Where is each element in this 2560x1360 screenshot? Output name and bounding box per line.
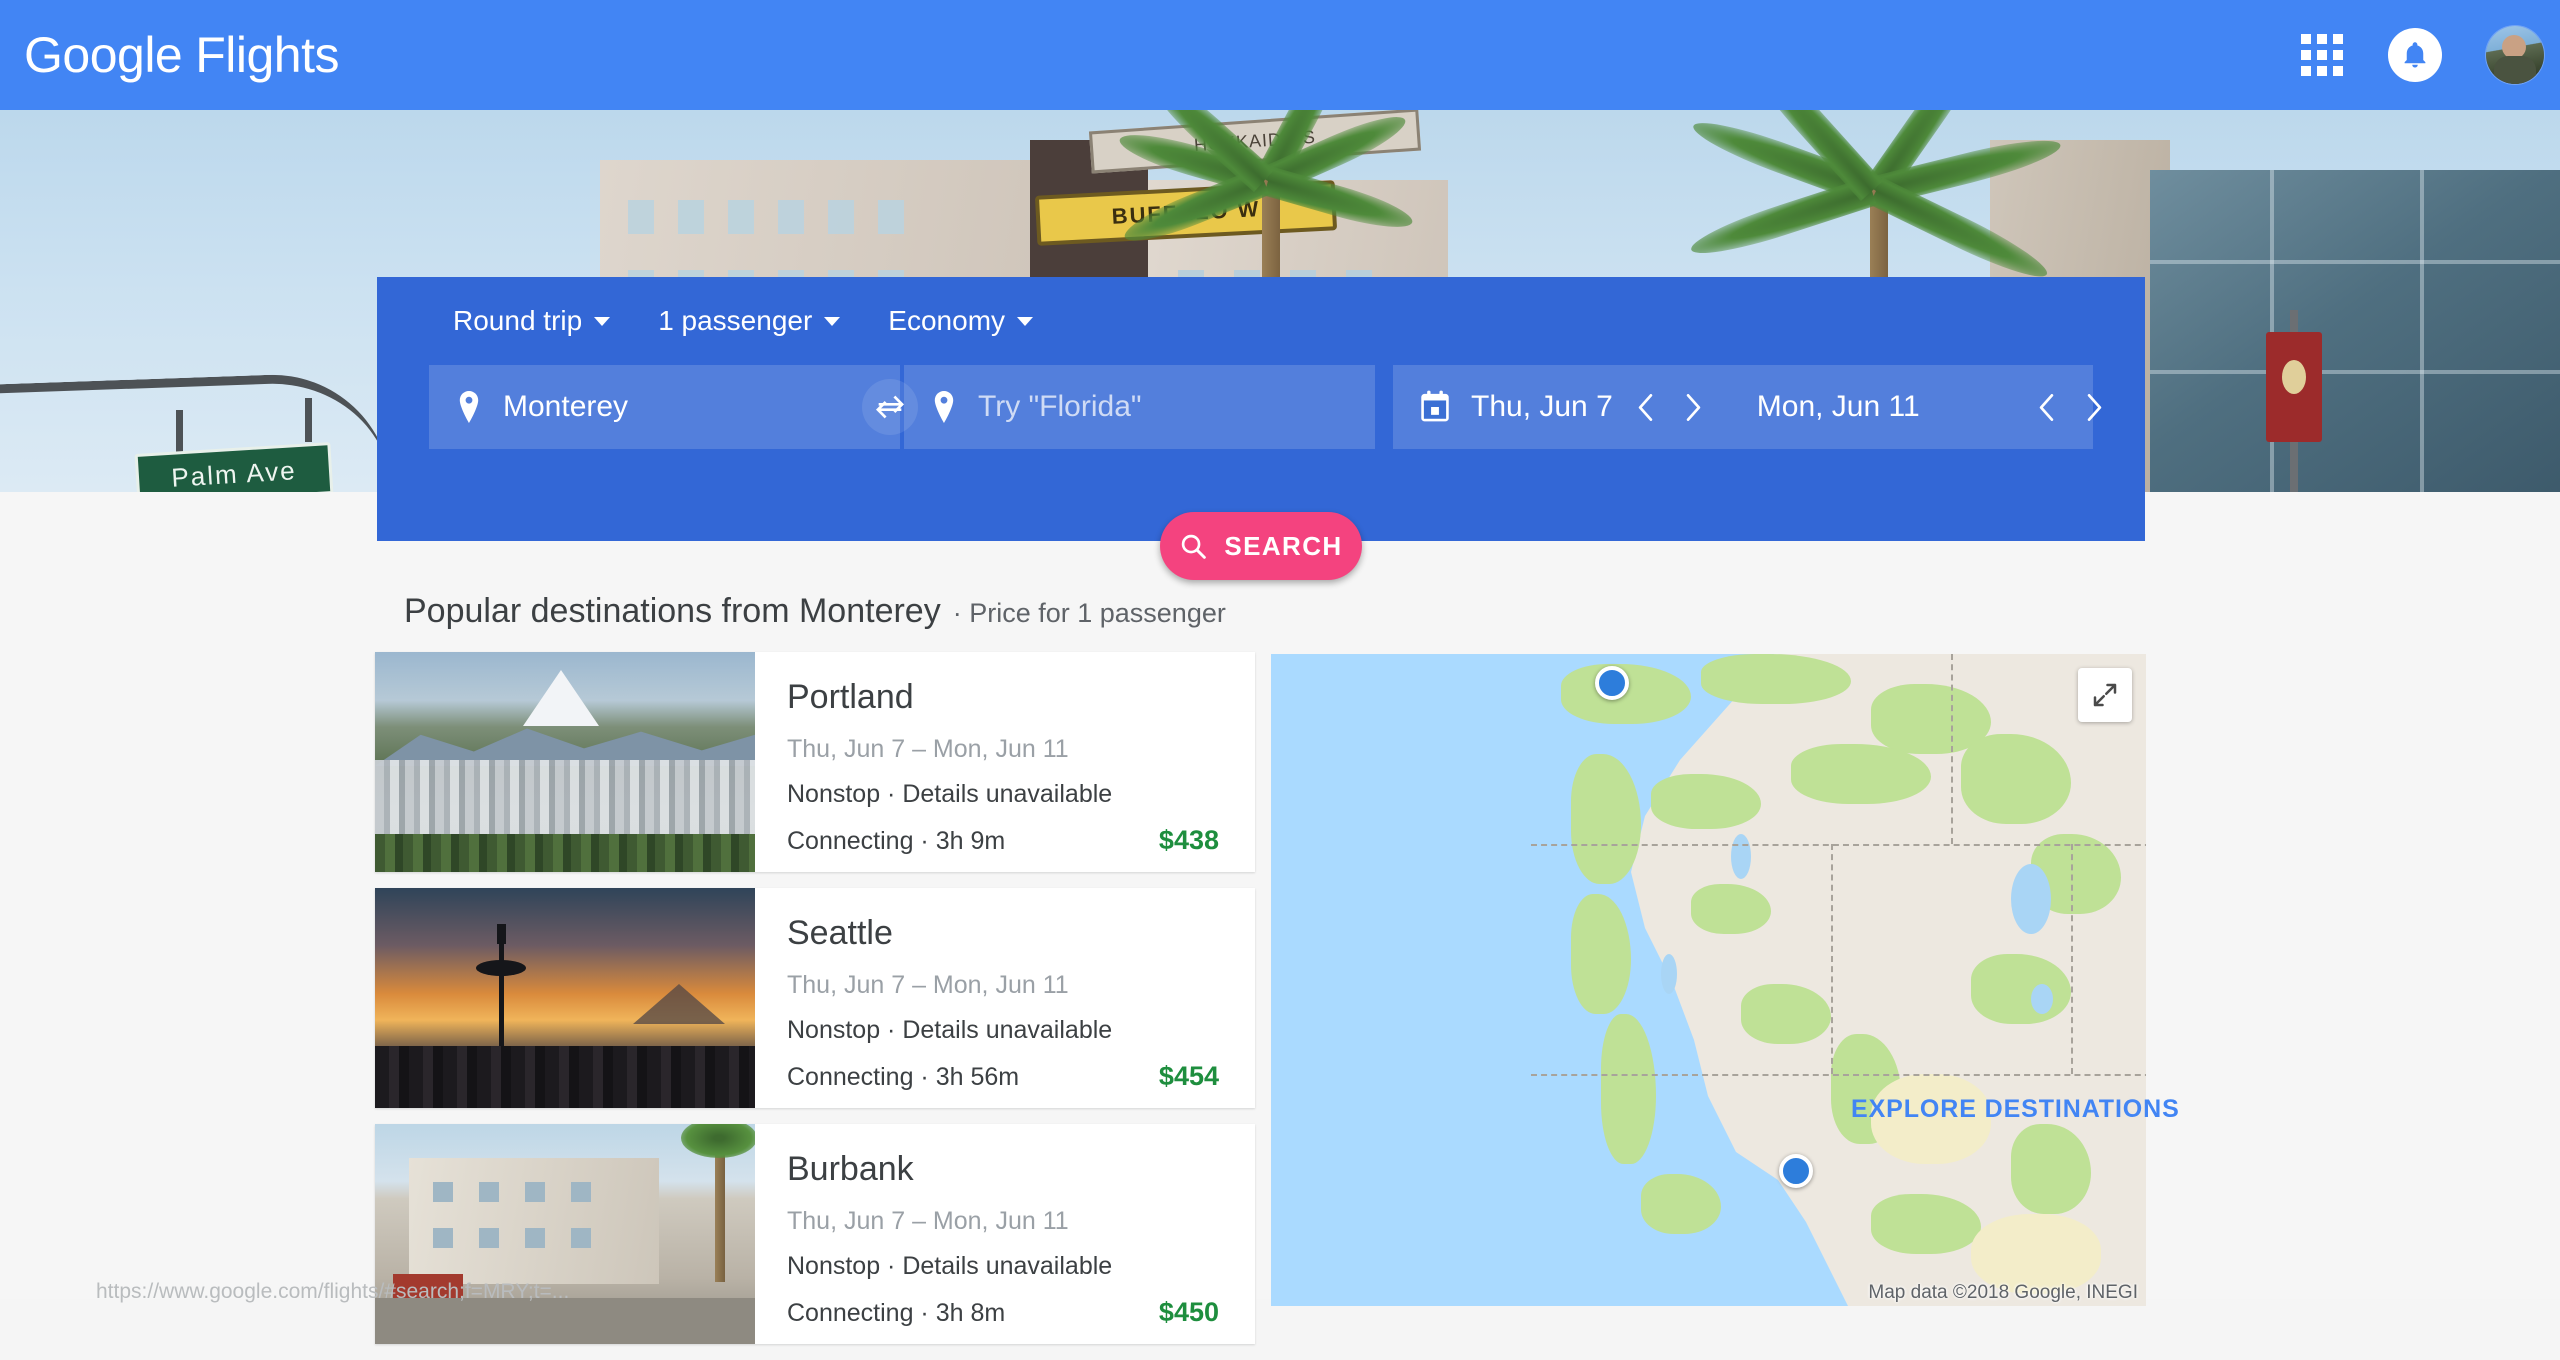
user-avatar[interactable] (2486, 26, 2544, 84)
destination-dates: Thu, Jun 7 – Mon, Jun 11 (787, 971, 1219, 1000)
departure-next-day-button[interactable] (1679, 392, 1709, 422)
list-item[interactable]: Portland Thu, Jun 7 – Mon, Jun 11 Nonsto… (375, 652, 1255, 872)
hero-banner-flag (2266, 332, 2322, 442)
map-state-border (1831, 844, 1833, 1074)
return-next-day-button[interactable] (2080, 392, 2110, 422)
trip-type-label: Round trip (453, 305, 582, 337)
destination-info: Seattle Thu, Jun 7 – Mon, Jun 11 Nonstop… (755, 888, 1255, 1108)
destination-stops: Nonstop · Details unavailable (787, 780, 1219, 809)
destination-name: Seattle (787, 914, 1219, 953)
browser-status-bar: https://www.google.com/flights/#search;f… (0, 1267, 700, 1299)
destination-bottom-row: Connecting · 3h 9m $438 (787, 825, 1219, 856)
main-content: Popular destinations from Monterey · Pri… (0, 492, 2560, 1299)
page-title: Popular destinations from Monterey (404, 592, 941, 631)
destination-stops: Nonstop · Details unavailable (787, 1252, 1219, 1281)
destination-input[interactable]: Try "Florida" (904, 365, 1375, 449)
search-button[interactable]: SEARCH (1160, 512, 1362, 580)
cabin-class-selector[interactable]: Economy (888, 297, 1055, 345)
destination-duration: Connecting · 3h 9m (787, 827, 1005, 856)
search-fields-row: Monterey Try "Florida" (377, 365, 2145, 449)
passengers-label: 1 passenger (658, 305, 812, 337)
chevron-down-icon (824, 317, 840, 326)
return-date[interactable]: Mon, Jun 11 (1757, 390, 1920, 424)
location-pin-icon (932, 390, 956, 424)
page-subtitle: · Price for 1 passenger (953, 598, 1226, 629)
map-vegetation-layer (1271, 654, 1971, 1306)
map-marker-icon[interactable] (1779, 1154, 1813, 1188)
destination-name: Burbank (787, 1150, 1219, 1189)
notification-bell-icon[interactable] (2388, 28, 2442, 82)
map-state-border (1951, 654, 1953, 844)
destinations-map[interactable]: Map data ©2018 Google, INEGI (1271, 654, 2146, 1306)
destination-name: Portland (787, 678, 1219, 717)
destination-price: $450 (1159, 1297, 1219, 1328)
flight-search-panel: Round trip 1 passenger Economy Monterey (377, 277, 2145, 541)
destination-list: Portland Thu, Jun 7 – Mon, Jun 11 Nonsto… (375, 652, 1255, 1360)
map-state-border (2071, 844, 2073, 1074)
list-item[interactable]: Burbank Thu, Jun 7 – Mon, Jun 11 Nonstop… (375, 1124, 1255, 1344)
destination-placeholder: Try "Florida" (978, 390, 1142, 424)
header-actions (2300, 26, 2544, 84)
departure-date-group: Thu, Jun 7 (1471, 390, 1709, 424)
chevron-down-icon (1017, 317, 1033, 326)
expand-map-icon[interactable] (2078, 668, 2132, 722)
destination-info: Burbank Thu, Jun 7 – Mon, Jun 11 Nonstop… (755, 1124, 1255, 1344)
destination-stops: Nonstop · Details unavailable (787, 1016, 1219, 1045)
destination-price: $438 (1159, 825, 1219, 856)
search-button-label: SEARCH (1224, 531, 1342, 562)
brand-product-text: Flights (195, 26, 339, 84)
apps-grid-icon[interactable] (2300, 33, 2344, 77)
hero-sign-drop-left (176, 410, 183, 454)
passengers-selector[interactable]: 1 passenger (658, 297, 862, 345)
destination-dates: Thu, Jun 7 – Mon, Jun 11 (787, 1207, 1219, 1236)
map-marker-icon[interactable] (1595, 666, 1629, 700)
brand-logo[interactable]: Google Flights (24, 26, 339, 84)
location-pin-icon (457, 390, 481, 424)
destination-dates: Thu, Jun 7 – Mon, Jun 11 (787, 735, 1219, 764)
app-header: Google Flights (0, 0, 2560, 110)
map-state-border (1531, 1074, 2146, 1076)
calendar-icon (1419, 390, 1451, 424)
destination-thumbnail (375, 652, 755, 872)
destination-info: Portland Thu, Jun 7 – Mon, Jun 11 Nonsto… (755, 652, 1255, 872)
destination-thumbnail (375, 888, 755, 1108)
date-range-field[interactable]: Thu, Jun 7 Mon, Jun 11 (1393, 365, 2093, 449)
departure-prev-day-button[interactable] (1631, 392, 1661, 422)
trip-type-selector[interactable]: Round trip (453, 297, 632, 345)
hero-sign-drop-right (305, 398, 312, 442)
explore-destinations-link[interactable]: EXPLORE DESTINATIONS (1851, 1095, 2180, 1124)
return-prev-day-button[interactable] (2032, 392, 2062, 422)
origin-value: Monterey (503, 390, 628, 424)
destination-thumbnail (375, 1124, 755, 1344)
map-state-border (1531, 844, 2146, 846)
search-options-row: Round trip 1 passenger Economy (377, 277, 2145, 365)
chevron-down-icon (594, 317, 610, 326)
list-item[interactable]: Seattle Thu, Jun 7 – Mon, Jun 11 Nonstop… (375, 888, 1255, 1108)
destination-bottom-row: Connecting · 3h 8m $450 (787, 1297, 1219, 1328)
brand-google-text: Google (24, 26, 182, 84)
cabin-class-label: Economy (888, 305, 1005, 337)
departure-date[interactable]: Thu, Jun 7 (1471, 390, 1613, 424)
swap-airports-button[interactable] (862, 379, 918, 435)
hero-glass-facade (2150, 170, 2560, 492)
destination-duration: Connecting · 3h 56m (787, 1063, 1019, 1092)
status-bar-text: https://www.google.com/flights/#search;f… (0, 1280, 569, 1304)
destination-duration: Connecting · 3h 8m (787, 1299, 1005, 1328)
destination-price: $454 (1159, 1061, 1219, 1092)
return-date-group: Mon, Jun 11 (1757, 390, 2110, 424)
map-attribution: Map data ©2018 Google, INEGI (1868, 1282, 2138, 1304)
origin-input[interactable]: Monterey (429, 365, 900, 449)
destination-bottom-row: Connecting · 3h 56m $454 (787, 1061, 1219, 1092)
popular-destinations-heading: Popular destinations from Monterey · Pri… (404, 592, 1226, 631)
search-icon (1179, 532, 1208, 561)
